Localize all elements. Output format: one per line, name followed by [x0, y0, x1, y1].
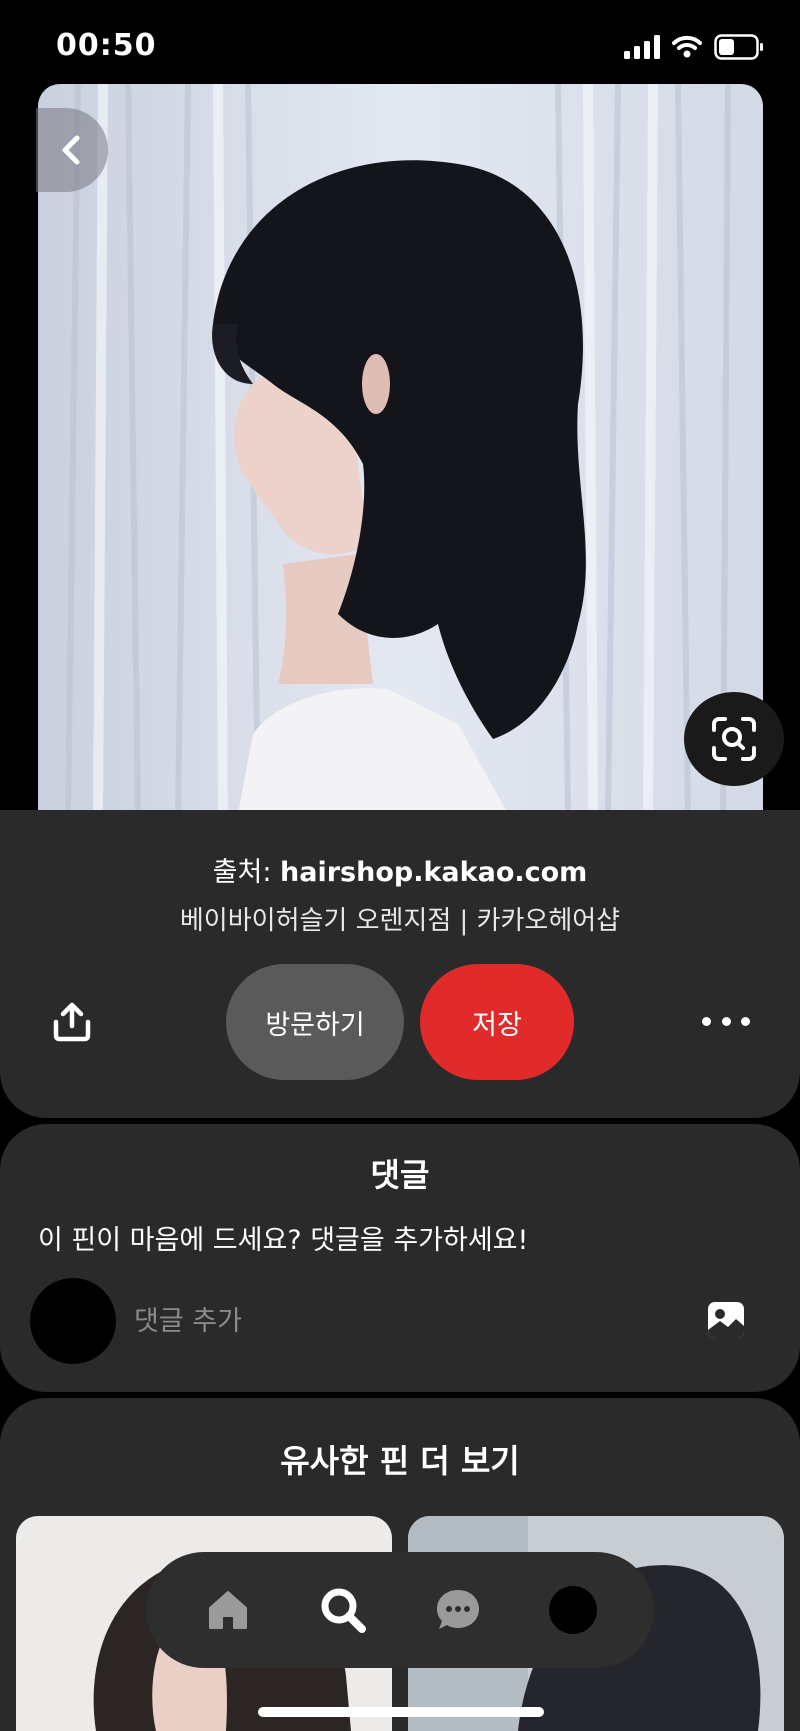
status-bar: 00:50 [0, 0, 800, 90]
source-prefix: 출처: [212, 857, 272, 888]
search-icon [321, 1588, 366, 1633]
similar-pins-heading: 유사한 핀 더 보기 [280, 1442, 520, 1480]
more-options-button[interactable] [702, 1006, 750, 1036]
visual-search-icon [712, 717, 756, 761]
home-icon [208, 1591, 247, 1629]
share-button[interactable] [52, 1002, 92, 1042]
chat-icon [436, 1590, 479, 1629]
comments-heading: 댓글 [370, 1156, 430, 1194]
signal-icon [624, 35, 660, 59]
visual-search-button[interactable] [684, 692, 784, 786]
avatar[interactable] [30, 1278, 116, 1364]
nav-profile[interactable] [543, 1580, 603, 1640]
profile-avatar [548, 1586, 597, 1634]
pin-image[interactable] [38, 84, 763, 814]
more-dots-icon [702, 1016, 711, 1026]
pin-photo-illustration [38, 84, 763, 814]
visit-button[interactable]: 방문하기 [226, 964, 404, 1080]
image-icon [708, 1302, 744, 1338]
status-icons [624, 32, 764, 62]
nav-messages[interactable] [428, 1580, 488, 1640]
comment-input[interactable] [132, 1300, 676, 1342]
nav-home[interactable] [198, 1580, 258, 1640]
pin-title: 베이바이허슬기 오렌지점 | 카카오헤어샵 [179, 906, 621, 936]
bottom-nav [146, 1552, 654, 1668]
add-image-button[interactable] [706, 1300, 746, 1340]
pin-source[interactable]: 출처: hairshop.kakao.com [0, 850, 800, 889]
nav-search[interactable] [313, 1580, 373, 1640]
home-indicator [258, 1707, 544, 1717]
battery-icon [714, 34, 763, 60]
save-button[interactable]: 저장 [420, 964, 574, 1080]
source-domain[interactable]: hairshop.kakao.com [280, 857, 587, 888]
status-time: 00:50 [56, 28, 157, 63]
chevron-left-icon [62, 135, 80, 165]
comments-prompt: 이 핀이 마음에 드세요? 댓글을 추가하세요! [38, 1225, 529, 1256]
share-icon [53, 1002, 91, 1042]
wifi-icon [672, 35, 702, 58]
